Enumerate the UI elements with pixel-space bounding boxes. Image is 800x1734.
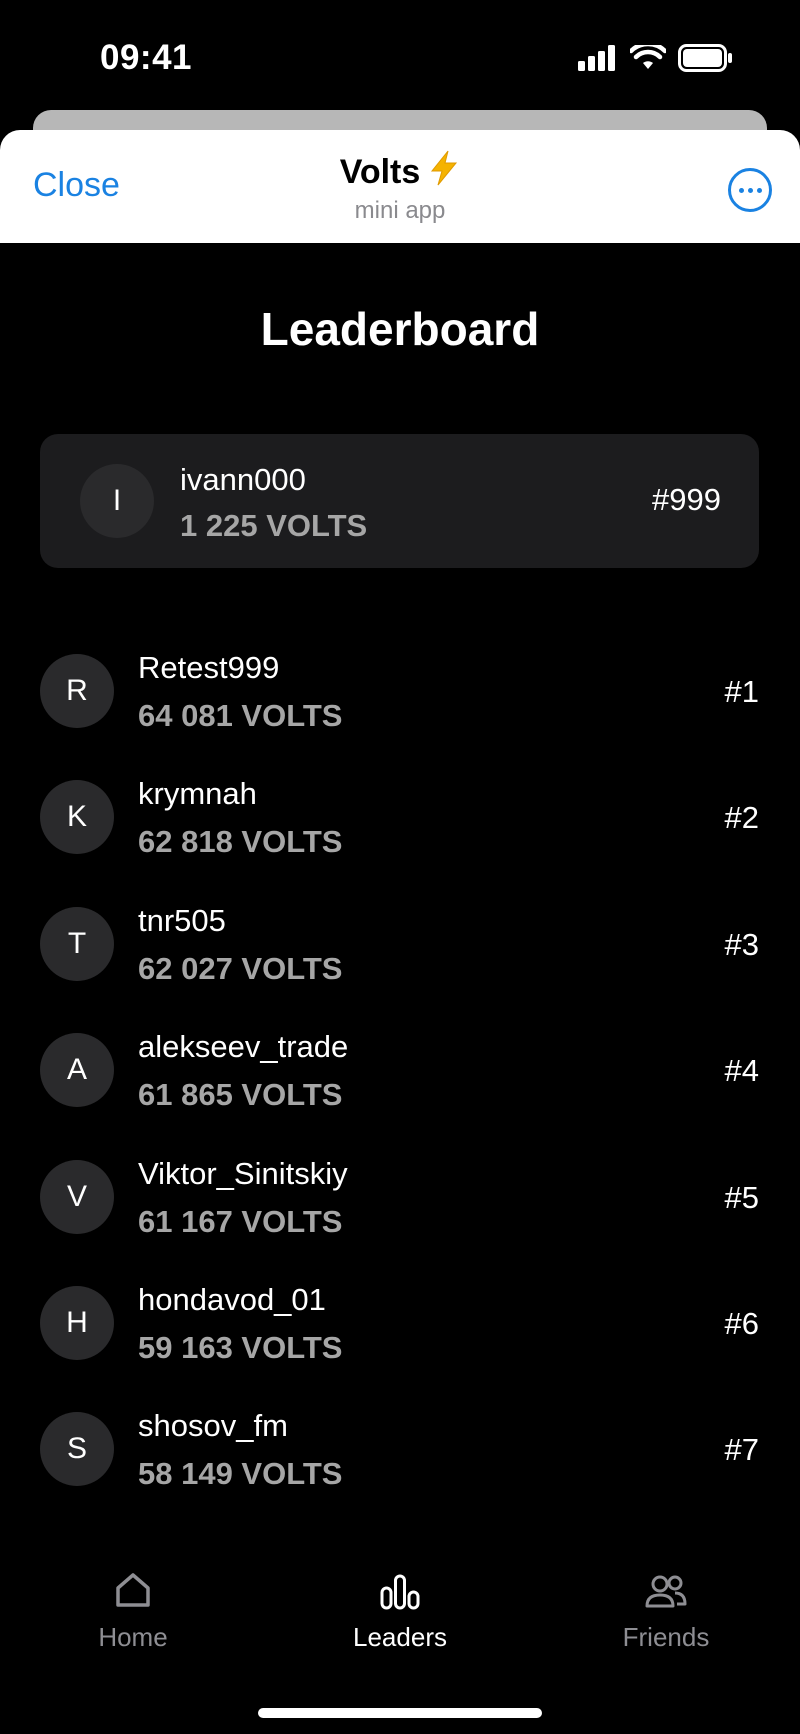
player-score: 61 167 VOLTS [138,1203,343,1239]
status-bar: 09:41 [0,0,800,110]
nav-tab-friends[interactable]: Friends [566,1560,766,1653]
player-name: alekseev_trade [138,1029,349,1065]
player-score: 62 027 VOLTS [138,950,343,986]
player-rank: #4 [724,1053,759,1089]
leaderboard-row[interactable]: T tnr505 62 027 VOLTS #3 [0,903,800,1029]
friends-icon [566,1560,766,1610]
nav-tab-home[interactable]: Home [33,1560,233,1653]
player-rank: #6 [724,1305,759,1341]
status-icons [578,41,734,77]
leaderboard-row[interactable]: V Viktor_Sinitskiy 61 167 VOLTS #5 [0,1156,800,1282]
nav-tab-leaders[interactable]: Leaders [300,1560,500,1653]
nav-label-friends: Friends [622,1622,710,1652]
user-score: 1 225 VOLTS [180,508,368,543]
avatar: I [80,464,154,538]
avatar: H [40,1285,114,1360]
mini-app-header: Close Volts ⚡ mini app [0,130,800,243]
avatar: S [40,1412,114,1487]
lightning-icon [428,150,460,195]
leaderboard-row[interactable]: A alekseev_trade 61 865 VOLTS #4 [0,1029,800,1155]
avatar: R [40,654,114,728]
app-subtitle: mini app [354,197,446,224]
avatar: V [40,1159,114,1234]
status-time: 09:41 [100,38,193,77]
nav-label-home: Home [98,1622,168,1652]
more-dot-icon [756,187,762,193]
current-user-card[interactable]: I ivann000 1 225 VOLTS #999 [40,434,759,568]
more-dot-icon [738,187,744,193]
player-name: shosov_fm [138,1408,288,1444]
leaderboard-list: R Retest999 64 081 VOLTS #1 K krymnah 62… [0,650,800,1535]
home-indicator[interactable] [258,1708,542,1718]
player-score: 62 818 VOLTS [138,824,343,860]
app-title-text: Volts [339,153,421,191]
user-name: ivann000 [180,462,306,497]
player-rank: #2 [724,800,759,836]
page-title: Leaderboard [260,303,540,355]
player-score: 58 149 VOLTS [138,1456,343,1492]
player-name: krymnah [138,776,257,812]
avatar: K [40,780,114,855]
app-title: Volts ⚡ [340,150,461,195]
leaderboard-row[interactable]: H hondavod_01 59 163 VOLTS #6 [0,1282,800,1408]
player-name: Viktor_Sinitskiy [138,1155,348,1191]
player-score: 64 081 VOLTS [138,698,343,733]
nav-label-leaders: Leaders [353,1622,447,1652]
player-name: Retest999 [138,650,280,685]
header-title-block: Volts ⚡ mini app [0,150,800,225]
player-rank: #7 [724,1432,759,1468]
battery-icon [678,44,734,77]
leaderboard-row[interactable]: S shosov_fm 58 149 VOLTS #7 [0,1408,800,1534]
bottom-nav: Home Leaders Friends [0,1560,800,1680]
leaderboard-row[interactable]: K krymnah 62 818 VOLTS #2 [0,776,800,902]
cellular-signal-icon [578,45,618,76]
wifi-icon [628,41,668,76]
home-icon [33,1560,233,1610]
player-rank: #1 [724,674,759,709]
more-options-button[interactable] [728,168,772,212]
player-name: hondavod_01 [138,1281,326,1317]
leaderboard-chart-icon [300,1560,500,1610]
player-rank: #5 [724,1179,759,1215]
leaderboard-row[interactable]: R Retest999 64 081 VOLTS #1 [0,650,800,776]
avatar: T [40,906,114,981]
avatar: A [40,1033,114,1108]
player-score: 59 163 VOLTS [138,1329,343,1365]
player-score: 61 865 VOLTS [138,1077,343,1113]
more-dot-icon [747,187,753,193]
user-rank: #999 [652,482,721,517]
player-rank: #3 [724,926,759,962]
player-name: tnr505 [138,902,226,938]
